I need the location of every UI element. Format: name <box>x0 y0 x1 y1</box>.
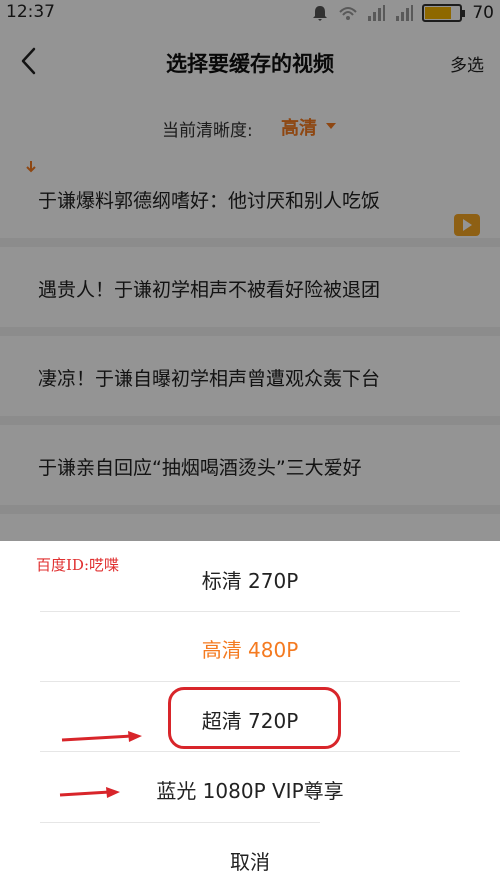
cancel-button[interactable]: 取消 <box>0 846 500 875</box>
divider <box>40 611 460 612</box>
quality-bottom-sheet: 百度ID:呓喋 标清 270P 高清 480P 超清 720P 蓝光 1080P… <box>0 541 500 888</box>
arrow-annotation-icon <box>59 787 120 798</box>
option-480p[interactable]: 高清 480P <box>0 634 500 663</box>
option-270p[interactable]: 标清 270P <box>0 565 500 594</box>
divider <box>40 681 460 682</box>
dim-overlay[interactable] <box>0 0 500 541</box>
highlight-annotation <box>168 687 341 749</box>
arrow-annotation-icon <box>61 731 142 742</box>
divider <box>40 751 460 752</box>
divider <box>40 822 320 823</box>
